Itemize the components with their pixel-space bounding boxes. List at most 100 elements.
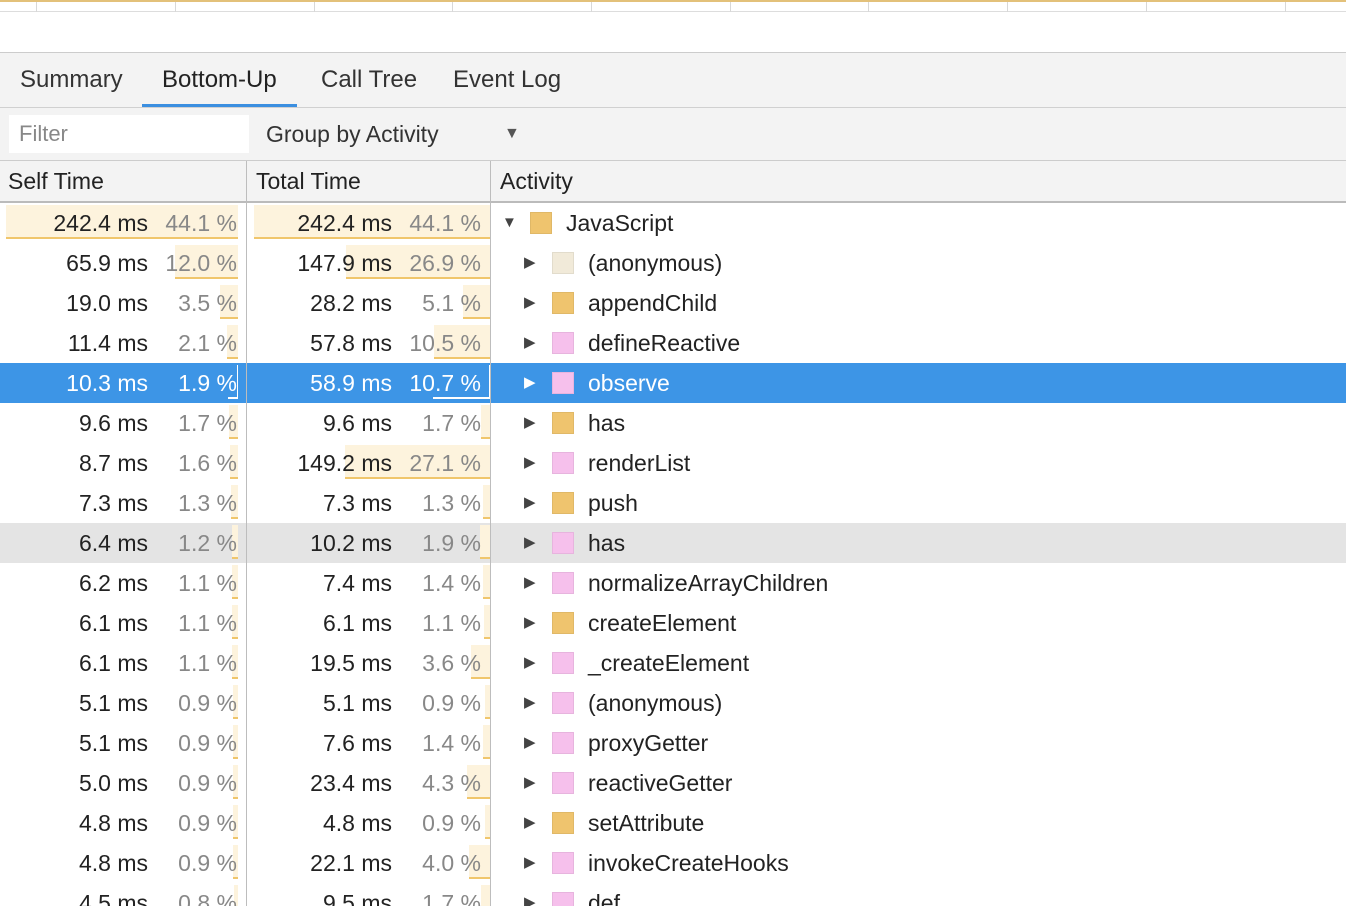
total-time-ms: 6.1 ms	[322, 610, 392, 636]
self-time-ms: 6.1 ms	[78, 610, 148, 636]
activity-cell: ▶ (anonymous)	[492, 243, 1346, 283]
table-row[interactable]: 7.3 ms 1.3 % 7.3 ms 1.3 % ▶ push	[0, 483, 1346, 523]
activity-column-header[interactable]: Activity	[492, 161, 1346, 201]
collapsed-triangle-icon[interactable]: ▶	[524, 523, 536, 563]
collapsed-triangle-icon[interactable]: ▶	[524, 883, 536, 906]
total-time-cell: 10.2 ms 1.9 %	[248, 523, 490, 563]
collapsed-triangle-icon[interactable]: ▶	[524, 403, 536, 443]
category-color-swatch	[552, 852, 574, 874]
bottom-up-table-body: 242.4 ms 44.1 % 242.4 ms 44.1 % ▼ JavaScript 6…	[0, 203, 1346, 906]
tab-event-log[interactable]: Event Log	[433, 53, 581, 107]
tab-summary[interactable]: Summary	[0, 53, 143, 107]
self-time-cell: 11.4 ms 2.1 %	[0, 323, 238, 363]
column-divider[interactable]	[490, 161, 491, 906]
table-row[interactable]: 6.1 ms 1.1 % 6.1 ms 1.1 % ▶ createElement	[0, 603, 1346, 643]
collapsed-triangle-icon[interactable]: ▶	[524, 323, 536, 363]
table-row[interactable]: 5.0 ms 0.9 % 23.4 ms 4.3 % ▶ reactiveGetter	[0, 763, 1346, 803]
collapsed-triangle-icon[interactable]: ▶	[524, 763, 536, 803]
activity-name: setAttribute	[588, 810, 705, 836]
total-time-percent: 4.3 %	[422, 770, 481, 796]
activity-name: push	[588, 490, 638, 516]
self-time-column-header[interactable]: Self Time	[0, 161, 246, 201]
table-row[interactable]: 5.1 ms 0.9 % 7.6 ms 1.4 % ▶ proxyGetter	[0, 723, 1346, 763]
collapsed-triangle-icon[interactable]: ▶	[524, 643, 536, 683]
table-row[interactable]: 6.2 ms 1.1 % 7.4 ms 1.4 % ▶ normalizeArrayChi…	[0, 563, 1346, 603]
collapsed-triangle-icon[interactable]: ▶	[524, 603, 536, 643]
category-color-swatch	[530, 212, 552, 234]
self-time-ms: 65.9 ms	[66, 250, 148, 276]
self-time-ms: 6.2 ms	[78, 570, 148, 596]
timeline-overview-strip[interactable]	[0, 0, 1346, 12]
column-divider[interactable]	[246, 161, 247, 906]
total-time-percent: 0.9 %	[422, 690, 481, 716]
table-row[interactable]: 9.6 ms 1.7 % 9.6 ms 1.7 % ▶ has	[0, 403, 1346, 443]
total-time-bar	[480, 405, 490, 439]
table-row[interactable]: 242.4 ms 44.1 % 242.4 ms 44.1 % ▼ JavaScript	[0, 203, 1346, 243]
self-time-ms: 4.8 ms	[78, 850, 148, 876]
expanded-triangle-icon[interactable]: ▼	[502, 203, 517, 243]
filter-input[interactable]	[9, 115, 249, 153]
self-time-ms: 6.1 ms	[78, 650, 148, 676]
table-row[interactable]: 10.3 ms 1.9 % 58.9 ms 10.7 % ▶ observe	[0, 363, 1346, 403]
collapsed-triangle-icon[interactable]: ▶	[524, 243, 536, 283]
self-time-ms: 9.6 ms	[78, 410, 148, 436]
table-row[interactable]: 11.4 ms 2.1 % 57.8 ms 10.5 % ▶ defineReactive	[0, 323, 1346, 363]
self-time-cell: 8.7 ms 1.6 %	[0, 443, 238, 483]
total-time-cell: 5.1 ms 0.9 %	[248, 683, 490, 723]
activity-name: _createElement	[588, 650, 750, 676]
total-time-column-header[interactable]: Total Time	[248, 161, 490, 201]
total-time-ms: 23.4 ms	[310, 770, 392, 796]
collapsed-triangle-icon[interactable]: ▶	[524, 363, 536, 403]
details-tab-bar: Summary Bottom-Up Call Tree Event Log	[0, 52, 1346, 108]
category-color-swatch	[552, 492, 574, 514]
table-row[interactable]: 6.1 ms 1.1 % 19.5 ms 3.6 % ▶ _createElement	[0, 643, 1346, 683]
collapsed-triangle-icon[interactable]: ▶	[524, 683, 536, 723]
table-row[interactable]: 4.8 ms 0.9 % 22.1 ms 4.0 % ▶ invokeCreateHook…	[0, 843, 1346, 883]
table-row[interactable]: 65.9 ms 12.0 % 147.9 ms 26.9 % ▶ (anonymous)	[0, 243, 1346, 283]
total-time-bar	[482, 565, 490, 599]
total-time-ms: 4.8 ms	[322, 810, 392, 836]
collapsed-triangle-icon[interactable]: ▶	[524, 723, 536, 763]
table-row[interactable]: 19.0 ms 3.5 % 28.2 ms 5.1 % ▶ appendChild	[0, 283, 1346, 323]
table-row[interactable]: 4.5 ms 0.8 % 9.5 ms 1.7 % ▶ def	[0, 883, 1346, 906]
collapsed-triangle-icon[interactable]: ▶	[524, 283, 536, 323]
self-time-percent: 2.1 %	[178, 330, 237, 356]
total-time-ms: 9.5 ms	[322, 890, 392, 906]
self-time-cell: 10.3 ms 1.9 %	[0, 363, 238, 403]
self-time-cell: 65.9 ms 12.0 %	[0, 243, 238, 283]
total-time-cell: 58.9 ms 10.7 %	[248, 363, 490, 403]
tab-bottom-up[interactable]: Bottom-Up	[142, 53, 297, 107]
collapsed-triangle-icon[interactable]: ▶	[524, 843, 536, 883]
self-time-ms: 242.4 ms	[53, 210, 148, 236]
collapsed-triangle-icon[interactable]: ▶	[524, 483, 536, 523]
category-color-swatch	[552, 292, 574, 314]
collapsed-triangle-icon[interactable]: ▶	[524, 803, 536, 843]
total-time-ms: 10.2 ms	[310, 530, 392, 556]
table-header: Self Time Total Time Activity	[0, 161, 1346, 203]
total-time-percent: 1.4 %	[422, 570, 481, 596]
timeline-grid-tick	[1285, 2, 1286, 12]
self-time-percent: 1.6 %	[178, 450, 237, 476]
category-color-swatch	[552, 812, 574, 834]
table-row[interactable]: 6.4 ms 1.2 % 10.2 ms 1.9 % ▶ has	[0, 523, 1346, 563]
group-by-select[interactable]: Group by Activity ▼	[266, 115, 526, 153]
self-time-ms: 7.3 ms	[78, 490, 148, 516]
activity-cell: ▶ appendChild	[492, 283, 1346, 323]
self-time-percent: 1.9 %	[178, 370, 237, 396]
self-time-cell: 9.6 ms 1.7 %	[0, 403, 238, 443]
table-row[interactable]: 4.8 ms 0.9 % 4.8 ms 0.9 % ▶ setAttribute	[0, 803, 1346, 843]
self-time-ms: 5.1 ms	[78, 690, 148, 716]
total-time-cell: 4.8 ms 0.9 %	[248, 803, 490, 843]
total-time-cell: 7.6 ms 1.4 %	[248, 723, 490, 763]
total-time-percent: 0.9 %	[422, 810, 481, 836]
total-time-cell: 28.2 ms 5.1 %	[248, 283, 490, 323]
activity-name: proxyGetter	[588, 730, 709, 756]
table-row[interactable]: 8.7 ms 1.6 % 149.2 ms 27.1 % ▶ renderList	[0, 443, 1346, 483]
collapsed-triangle-icon[interactable]: ▶	[524, 563, 536, 603]
collapsed-triangle-icon[interactable]: ▶	[524, 443, 536, 483]
tab-call-tree[interactable]: Call Tree	[301, 53, 437, 107]
table-row[interactable]: 5.1 ms 0.9 % 5.1 ms 0.9 % ▶ (anonymous)	[0, 683, 1346, 723]
self-time-percent: 0.9 %	[178, 770, 237, 796]
self-time-percent: 0.9 %	[178, 730, 237, 756]
total-time-percent: 10.5 %	[409, 330, 481, 356]
